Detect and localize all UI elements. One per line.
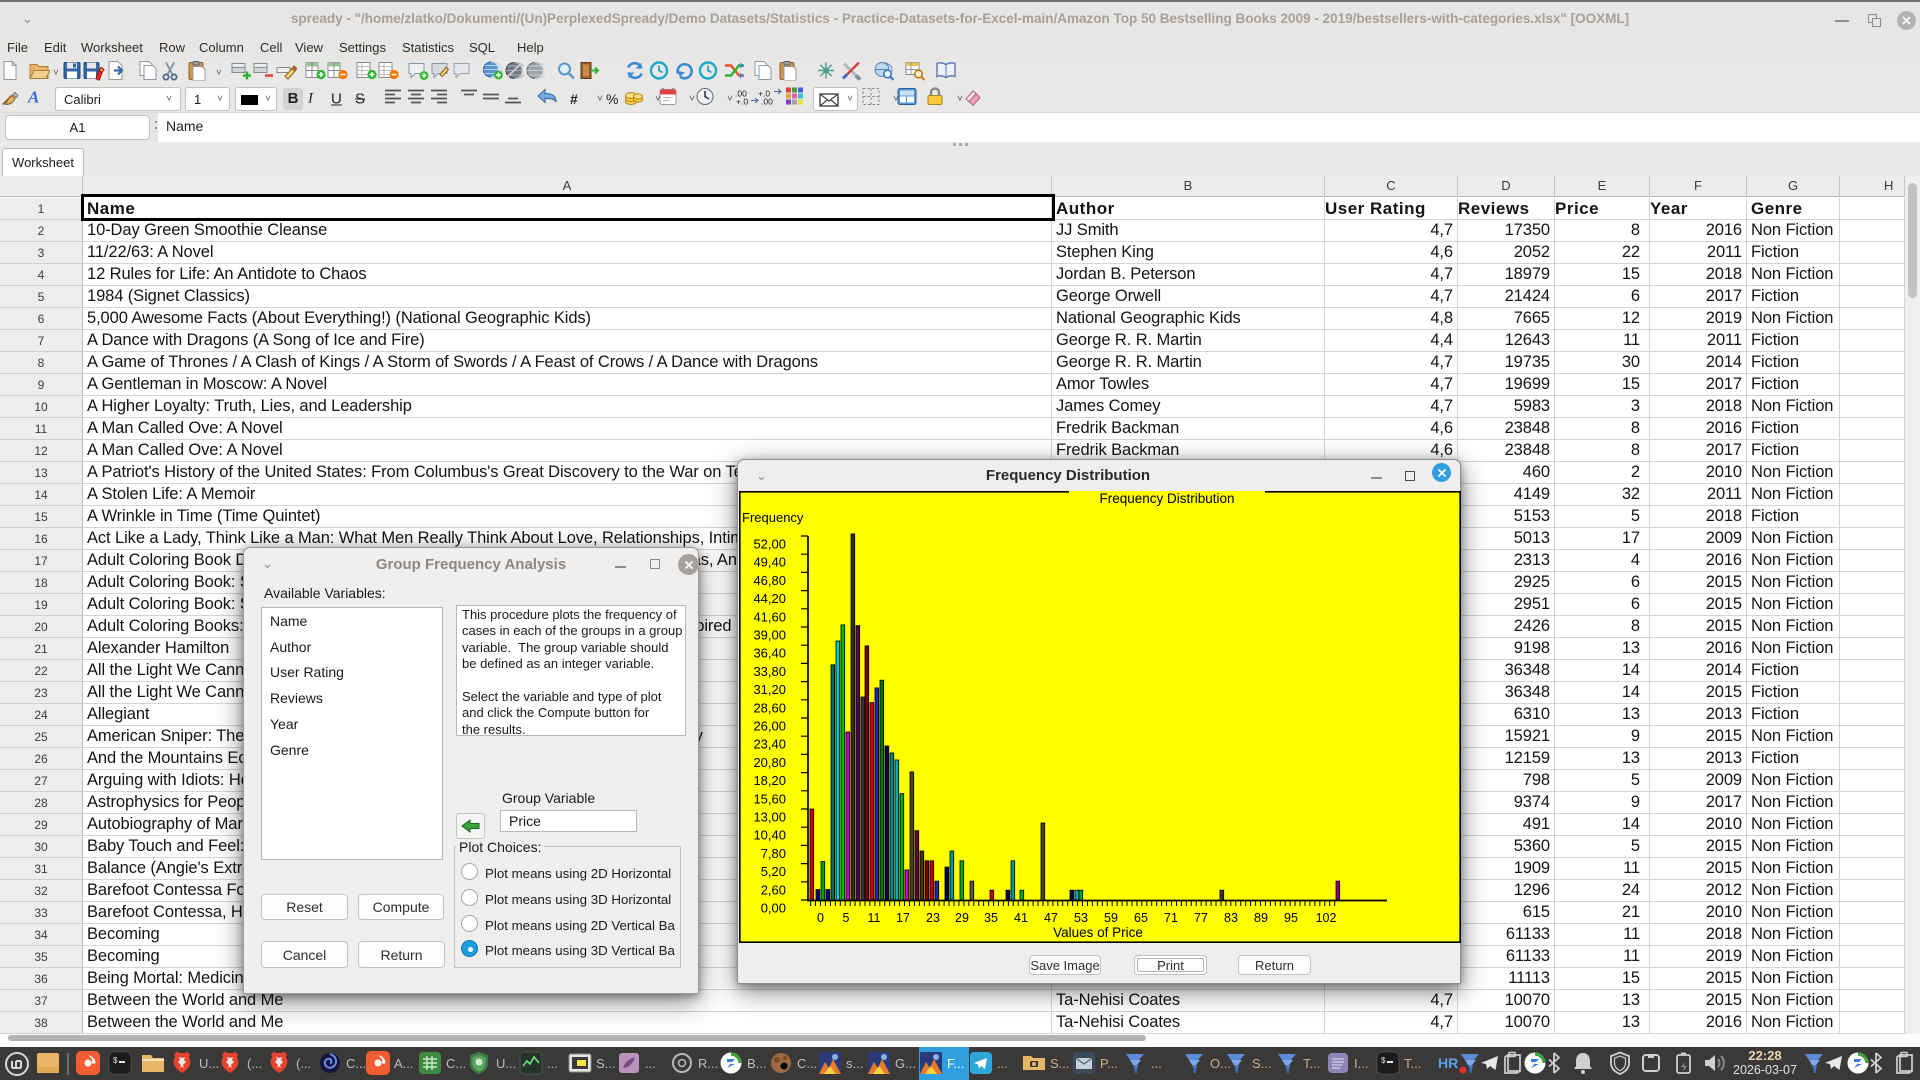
svg-text:53: 53 <box>1074 911 1088 925</box>
svg-text:46,80: 46,80 <box>753 573 786 588</box>
svg-text:Values of Price: Values of Price <box>1053 925 1143 940</box>
svg-text:95: 95 <box>1284 911 1298 925</box>
svg-text:52,00: 52,00 <box>753 537 786 552</box>
svg-text:20,80: 20,80 <box>753 755 786 770</box>
svg-text:23: 23 <box>926 911 940 925</box>
svg-text:+.0: +.0 <box>736 96 748 105</box>
svg-text:83: 83 <box>1224 911 1238 925</box>
svg-text:.00: .00 <box>761 96 773 105</box>
svg-text:15,60: 15,60 <box>753 791 786 806</box>
svg-text:71: 71 <box>1164 911 1178 925</box>
svg-text:41,60: 41,60 <box>753 609 786 624</box>
svg-text:10,40: 10,40 <box>753 828 786 843</box>
svg-text:18,20: 18,20 <box>753 773 786 788</box>
svg-text:13,00: 13,00 <box>753 810 786 825</box>
svg-text:29: 29 <box>955 911 969 925</box>
svg-text:77: 77 <box>1194 911 1208 925</box>
svg-text:7,80: 7,80 <box>761 846 786 861</box>
svg-text:Frequency: Frequency <box>742 510 804 525</box>
svg-text:17: 17 <box>896 911 910 925</box>
svg-text:23,40: 23,40 <box>753 737 786 752</box>
svg-text:39,00: 39,00 <box>753 628 786 643</box>
svg-text:65: 65 <box>1134 911 1148 925</box>
svg-text:$: $ <box>113 1056 118 1065</box>
svg-text:28,60: 28,60 <box>753 700 786 715</box>
svg-text:59: 59 <box>1104 911 1118 925</box>
svg-text:49,40: 49,40 <box>753 555 786 570</box>
svg-text:A: A <box>27 87 39 106</box>
svg-text:44,20: 44,20 <box>753 591 786 606</box>
svg-text:36,40: 36,40 <box>753 646 786 661</box>
svg-text:0,00: 0,00 <box>761 901 786 916</box>
svg-text:26,00: 26,00 <box>753 719 786 734</box>
svg-text:$: $ <box>1381 1056 1386 1065</box>
svg-text:102: 102 <box>1316 911 1337 925</box>
svg-text:47: 47 <box>1044 911 1058 925</box>
svg-text:Frequency Distribution: Frequency Distribution <box>1099 491 1234 506</box>
svg-text:35: 35 <box>984 911 998 925</box>
svg-text:5: 5 <box>843 911 850 925</box>
svg-text:31,20: 31,20 <box>753 682 786 697</box>
svg-text:41: 41 <box>1014 911 1028 925</box>
svg-text:11: 11 <box>868 911 881 925</box>
svg-text:0: 0 <box>817 911 824 925</box>
svg-text:89: 89 <box>1254 911 1268 925</box>
svg-text:33,80: 33,80 <box>753 664 786 679</box>
svg-text:2,60: 2,60 <box>761 882 786 897</box>
svg-text:5,20: 5,20 <box>761 864 786 879</box>
